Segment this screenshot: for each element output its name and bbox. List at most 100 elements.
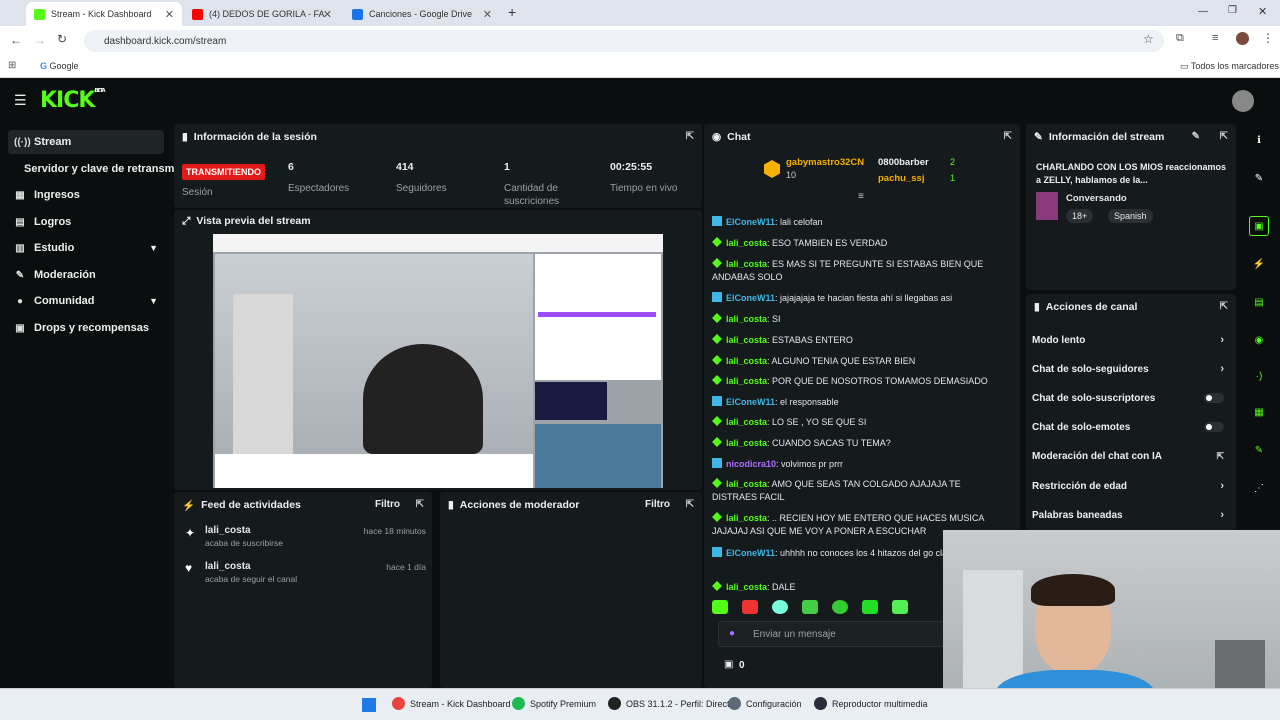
emote-icon[interactable] bbox=[862, 600, 878, 614]
chat-username[interactable]: lali_costa bbox=[726, 356, 767, 366]
toggle-switch[interactable] bbox=[1204, 422, 1224, 432]
forward-icon[interactable]: → bbox=[34, 33, 46, 47]
back-icon[interactable]: ← bbox=[10, 33, 22, 47]
document-icon[interactable]: ▤ bbox=[1249, 292, 1269, 312]
sidebar-item-comunidad[interactable]: ● Comunidad ▼ bbox=[8, 289, 164, 313]
chat-username[interactable]: lali_costa bbox=[726, 376, 767, 386]
minimize-icon[interactable]: — bbox=[1198, 6, 1208, 17]
collapse-icon[interactable]: ≡ bbox=[858, 191, 864, 202]
category-name[interactable]: Conversando bbox=[1066, 193, 1127, 204]
action-subscribers-only[interactable]: Chat de solo-suscriptores bbox=[1032, 388, 1224, 408]
popout-icon[interactable]: ⇱ bbox=[1220, 301, 1228, 312]
category-thumbnail[interactable] bbox=[1036, 192, 1058, 220]
activity-user[interactable]: lali_costa bbox=[205, 561, 251, 572]
chat-username[interactable]: lali_costa bbox=[726, 582, 767, 592]
popout-icon[interactable]: ⇱ bbox=[1220, 131, 1228, 142]
emote-icon[interactable] bbox=[742, 600, 758, 614]
chat-username[interactable]: ElConeW11 bbox=[726, 217, 775, 227]
points-icon[interactable]: ▣ bbox=[724, 659, 733, 670]
taskbar-item-media-player[interactable]: Reproductor multimedia bbox=[814, 697, 928, 710]
browser-menu-icon[interactable]: ⋮ bbox=[1262, 31, 1274, 45]
chat-username[interactable]: lali_costa bbox=[726, 513, 767, 523]
tab-google-drive[interactable]: Canciones - Google Drive ✕ bbox=[344, 2, 500, 26]
taskbar-item-settings[interactable]: Configuración bbox=[728, 697, 802, 710]
chat-username[interactable]: ElConeW11 bbox=[726, 548, 775, 558]
action-slow-mode[interactable]: Modo lento › bbox=[1032, 330, 1224, 350]
chat-username[interactable]: lali_costa bbox=[726, 238, 767, 248]
gifter-name[interactable]: 0800barber bbox=[878, 157, 929, 168]
windows-start-icon[interactable] bbox=[362, 698, 376, 712]
sidebar-item-server-key[interactable]: Servidor y clave de retransmisión bbox=[8, 157, 176, 181]
info-icon[interactable]: ℹ bbox=[1249, 130, 1269, 150]
kick-logo[interactable]: KICKBETA bbox=[40, 88, 106, 113]
chat-username[interactable]: lali_costa bbox=[726, 314, 767, 324]
taskbar-item-spotify[interactable]: Spotify Premium bbox=[512, 697, 596, 710]
close-tab-icon[interactable]: ✕ bbox=[483, 8, 492, 21]
reload-icon[interactable]: ↻ bbox=[57, 32, 67, 46]
microphone-icon[interactable]: ● bbox=[729, 628, 735, 639]
user-avatar[interactable] bbox=[1232, 90, 1254, 112]
wrench-icon[interactable]: ✎ bbox=[1249, 440, 1269, 460]
bolt-icon[interactable]: ⚡ bbox=[1249, 254, 1269, 274]
sidebar-item-ingresos[interactable]: ▦ Ingresos bbox=[8, 183, 164, 207]
profile-avatar[interactable] bbox=[1236, 32, 1249, 45]
chat-username[interactable]: ElConeW11 bbox=[726, 293, 775, 303]
close-tab-icon[interactable]: ✕ bbox=[323, 8, 332, 21]
filter-button[interactable]: Filtro bbox=[645, 499, 670, 510]
toggle-switch[interactable] bbox=[1204, 393, 1224, 403]
stream-preview-video[interactable] bbox=[213, 234, 663, 488]
tag-badge[interactable]: Spanish bbox=[1108, 209, 1153, 223]
taskbar-item-chrome[interactable]: Stream - Kick Dashboard bbox=[392, 697, 511, 710]
sidebar-item-stream[interactable]: ((·)) Stream bbox=[8, 130, 164, 154]
extensions-icon[interactable]: ⧉ bbox=[1176, 32, 1184, 45]
screen-icon[interactable]: ▣ bbox=[1249, 216, 1269, 236]
share-icon[interactable]: ⋰ bbox=[1249, 478, 1269, 498]
action-followers-only[interactable]: Chat de solo-seguidores › bbox=[1032, 359, 1224, 379]
filter-button[interactable]: Filtro bbox=[375, 499, 400, 510]
bookmark-google[interactable]: G Google bbox=[40, 61, 79, 71]
action-banned-words[interactable]: Palabras baneadas › bbox=[1032, 505, 1224, 525]
sidebar-item-estudio[interactable]: ▥ Estudio ▼ bbox=[8, 236, 164, 260]
close-tab-icon[interactable]: ✕ bbox=[165, 8, 174, 21]
action-ai-moderation[interactable]: Moderación del chat con IA ⇱ bbox=[1032, 446, 1224, 466]
popout-icon[interactable]: ⇱ bbox=[416, 499, 424, 510]
sidebar-item-logros[interactable]: ▤ Logros bbox=[8, 210, 164, 234]
popout-icon[interactable]: ⇱ bbox=[1004, 131, 1012, 142]
edit-pencil-icon[interactable]: ✎ bbox=[1249, 168, 1269, 188]
popout-icon[interactable]: ⇱ bbox=[686, 131, 694, 142]
chat-username[interactable]: lali_costa bbox=[726, 417, 767, 427]
window-close-icon[interactable]: ✕ bbox=[1258, 5, 1267, 18]
taskbar-item-obs[interactable]: OBS 31.1.2 - Perfil: Direct bbox=[608, 697, 730, 710]
chat-username[interactable]: lali_costa bbox=[726, 259, 767, 269]
emote-icon[interactable] bbox=[712, 600, 728, 614]
tab-kick-dashboard[interactable]: Stream - Kick Dashboard ✕ bbox=[26, 2, 182, 26]
hamburger-menu-icon[interactable]: ☰ bbox=[14, 92, 27, 109]
broadcast-icon[interactable]: ·) bbox=[1249, 366, 1269, 386]
gifter-name[interactable]: pachu_ssj bbox=[878, 173, 924, 184]
chat-icon[interactable]: ◉ bbox=[1249, 330, 1269, 350]
emote-icon[interactable] bbox=[802, 600, 818, 614]
emote-icon[interactable] bbox=[892, 600, 908, 614]
chat-username[interactable]: lali_costa bbox=[726, 335, 767, 345]
layout-icon[interactable]: ▦ bbox=[1249, 402, 1269, 422]
bookmark-star-icon[interactable]: ☆ bbox=[1143, 32, 1154, 46]
url-input[interactable]: dashboard.kick.com/stream bbox=[84, 30, 1164, 52]
media-control-icon[interactable]: ≡ bbox=[1212, 32, 1218, 44]
popout-icon[interactable]: ⇱ bbox=[686, 499, 694, 510]
new-tab-button[interactable]: + bbox=[508, 4, 516, 20]
maximize-icon[interactable]: ❐ bbox=[1228, 5, 1237, 16]
chat-username[interactable]: lali_costa bbox=[726, 438, 767, 448]
emote-icon[interactable] bbox=[772, 600, 788, 614]
all-bookmarks[interactable]: ▭ Todos los marcadores bbox=[1180, 61, 1279, 72]
emote-icon[interactable] bbox=[832, 600, 848, 614]
chat-username[interactable]: nicodicra10 bbox=[726, 459, 776, 469]
tag-badge[interactable]: 18+ bbox=[1066, 209, 1094, 223]
activity-user[interactable]: lali_costa bbox=[205, 525, 251, 536]
sidebar-item-moderacion[interactable]: ✎ Moderación bbox=[8, 263, 164, 287]
action-emotes-only[interactable]: Chat de solo-emotes bbox=[1032, 417, 1224, 437]
sidebar-item-drops[interactable]: ▣ Drops y recompensas bbox=[8, 316, 164, 340]
top-gifter-name[interactable]: gabymastro32CN bbox=[786, 157, 864, 168]
tab-youtube[interactable]: (4) DEDOS DE GORILA - FA ✕ bbox=[184, 2, 340, 26]
action-age-restriction[interactable]: Restricción de edad › bbox=[1032, 476, 1224, 496]
edit-pencil-icon[interactable]: ✎ bbox=[1192, 131, 1200, 142]
